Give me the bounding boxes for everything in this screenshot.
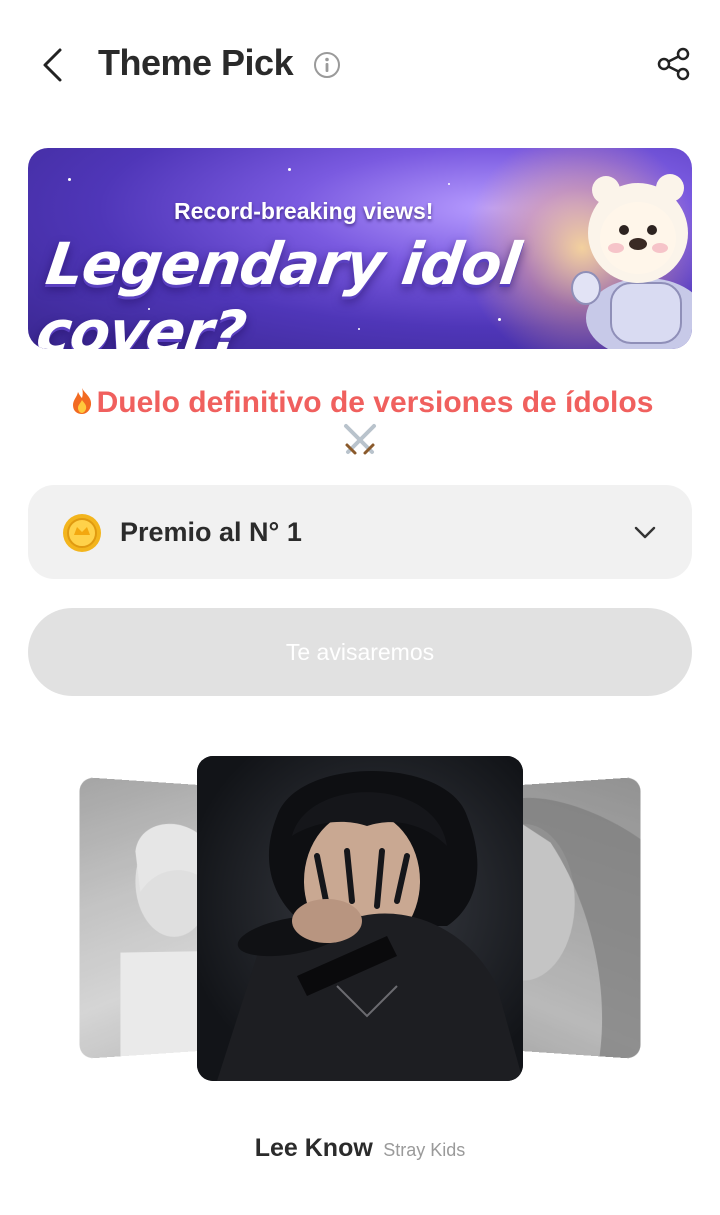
- banner-headline: Legendary idol cover?: [32, 230, 525, 349]
- chevron-left-icon: [43, 48, 62, 82]
- star-decoration: [448, 183, 450, 185]
- share-icon: [657, 47, 690, 81]
- back-button[interactable]: [30, 40, 74, 90]
- candidate-name: Lee Know: [254, 1134, 373, 1162]
- info-button[interactable]: [313, 51, 341, 79]
- candidate-caption: Lee Know Stray Kids: [0, 1134, 720, 1163]
- prize-dropdown[interactable]: Premio al N° 1: [28, 485, 692, 579]
- promo-banner[interactable]: Record-breaking views! Legendary idol co…: [28, 148, 692, 349]
- candidate-group: Stray Kids: [383, 1140, 466, 1160]
- duel-heading: Duelo definitivo de versiones de ídolos: [0, 384, 720, 422]
- candidate-card-current[interactable]: [197, 756, 523, 1081]
- fire-icon: [72, 388, 91, 414]
- chevron-down-icon: [634, 526, 656, 539]
- star-decoration: [68, 178, 71, 181]
- duel-title-text: Duelo definitivo de versiones de ídolos: [96, 386, 654, 419]
- candidate-photo: [197, 756, 523, 1081]
- crossed-swords-icon: [344, 424, 376, 455]
- star-decoration: [288, 168, 291, 171]
- info-icon: [314, 52, 340, 78]
- notify-button[interactable]: Te avisaremos: [28, 608, 692, 696]
- page-title: Theme Pick: [98, 42, 294, 83]
- prize-label: Premio al N° 1: [120, 517, 302, 547]
- share-button[interactable]: [652, 44, 696, 84]
- candidate-carousel[interactable]: [0, 740, 720, 1100]
- coin-icon: [63, 514, 101, 552]
- banner-subtitle: Record-breaking views!: [174, 198, 434, 224]
- app-header: Theme Pick: [0, 0, 720, 130]
